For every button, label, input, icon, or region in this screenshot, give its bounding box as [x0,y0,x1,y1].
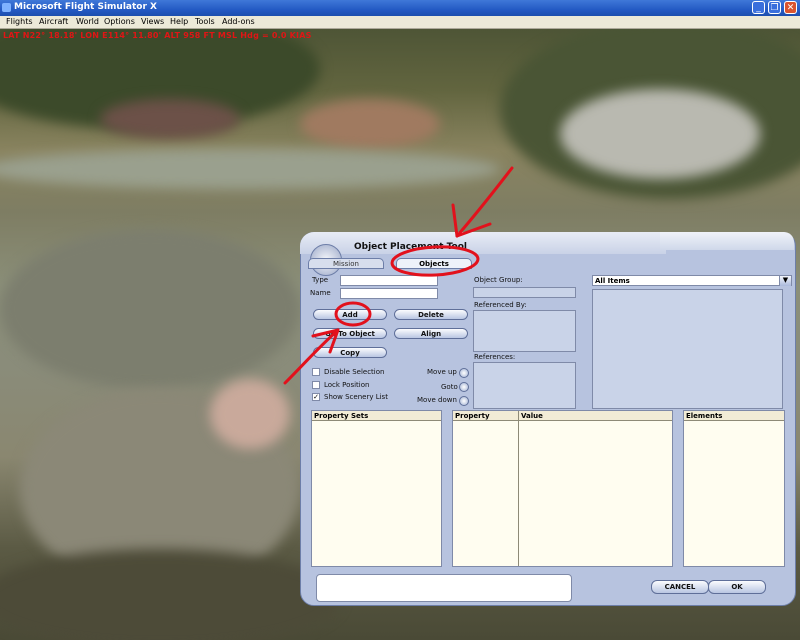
dialog-title: Object Placement Tool [354,242,467,252]
status-field [316,574,572,602]
items-filter-value: All Items [595,277,630,285]
urban-area [0,229,300,389]
show-scenery-list-checkbox[interactable]: ✓ [312,393,320,401]
menu-options[interactable]: Options [104,17,135,26]
menu-help[interactable]: Help [170,17,188,26]
column-divider [518,421,519,566]
tab-objects[interactable]: Objects [396,258,472,269]
elements-table[interactable]: Elements [683,410,785,567]
copy-button[interactable]: Copy [313,347,387,358]
menu-flights[interactable]: Flights [6,17,33,26]
value-column-header: Value [519,411,672,421]
goto-label: Goto [441,383,458,391]
disable-selection-checkbox[interactable] [312,368,320,376]
menu-world[interactable]: World [76,17,99,26]
move-down-button[interactable] [459,396,469,406]
minimize-button[interactable]: _ [752,1,765,14]
menu-bar: Flights Aircraft World Options Views Hel… [0,16,800,29]
property-sets-header: Property Sets [312,411,441,421]
rooftops [300,99,440,149]
property-column-header: Property [453,411,519,421]
name-label: Name [310,289,331,297]
move-up-button[interactable] [459,368,469,378]
object-group-label: Object Group: [474,276,523,284]
app-icon [2,3,11,12]
delete-button[interactable]: Delete [394,309,468,320]
move-down-label: Move down [417,396,457,404]
road [0,149,500,189]
tab-mission[interactable]: Mission [308,258,384,269]
show-scenery-list-label: Show Scenery List [324,393,388,401]
references-list[interactable] [473,362,576,409]
menu-tools[interactable]: Tools [195,17,215,26]
menu-views[interactable]: Views [141,17,164,26]
property-sets-table[interactable]: Property Sets [311,410,442,567]
lock-position-label: Lock Position [324,381,370,389]
property-value-table[interactable]: Property Value [452,410,673,567]
window-title: Microsoft Flight Simulator X [14,2,157,12]
align-button[interactable]: Align [394,328,468,339]
references-label: References: [474,353,516,361]
name-field[interactable] [340,288,438,299]
window-titlebar: Microsoft Flight Simulator X _ ❐ ✕ [0,0,800,16]
type-field[interactable] [340,275,438,286]
close-button[interactable]: ✕ [784,1,797,14]
chevron-down-icon[interactable]: ▼ [779,276,791,286]
cancel-button[interactable]: CANCEL [651,580,709,594]
restore-button[interactable]: ❐ [768,1,781,14]
goto-button[interactable] [459,382,469,392]
referenced-by-list[interactable] [473,310,576,352]
buildings-area [560,89,760,179]
go-to-object-button[interactable]: Go To Object [313,328,387,339]
move-up-label: Move up [427,368,457,376]
scenery-items-list[interactable] [592,289,783,409]
object-group-field [473,287,576,298]
position-readout: LAT N22° 18.18' LON E114° 11.80' ALT 958… [3,31,312,40]
disable-selection-label: Disable Selection [324,368,385,376]
menu-aircraft[interactable]: Aircraft [39,17,68,26]
lock-position-checkbox[interactable] [312,381,320,389]
menu-addons[interactable]: Add-ons [222,17,255,26]
type-label: Type [312,276,329,284]
referenced-by-label: Referenced By: [474,301,527,309]
elements-header: Elements [684,411,784,421]
ok-button[interactable]: OK [708,580,766,594]
add-button[interactable]: Add [313,309,387,320]
dark-ground [0,549,340,640]
dialog-header-bar [660,232,794,250]
building [210,379,290,449]
rooftops [100,99,240,139]
items-filter-dropdown[interactable]: All Items ▼ [592,275,792,286]
object-placement-dialog: Object Placement Tool Mission Objects Ty… [300,232,796,606]
